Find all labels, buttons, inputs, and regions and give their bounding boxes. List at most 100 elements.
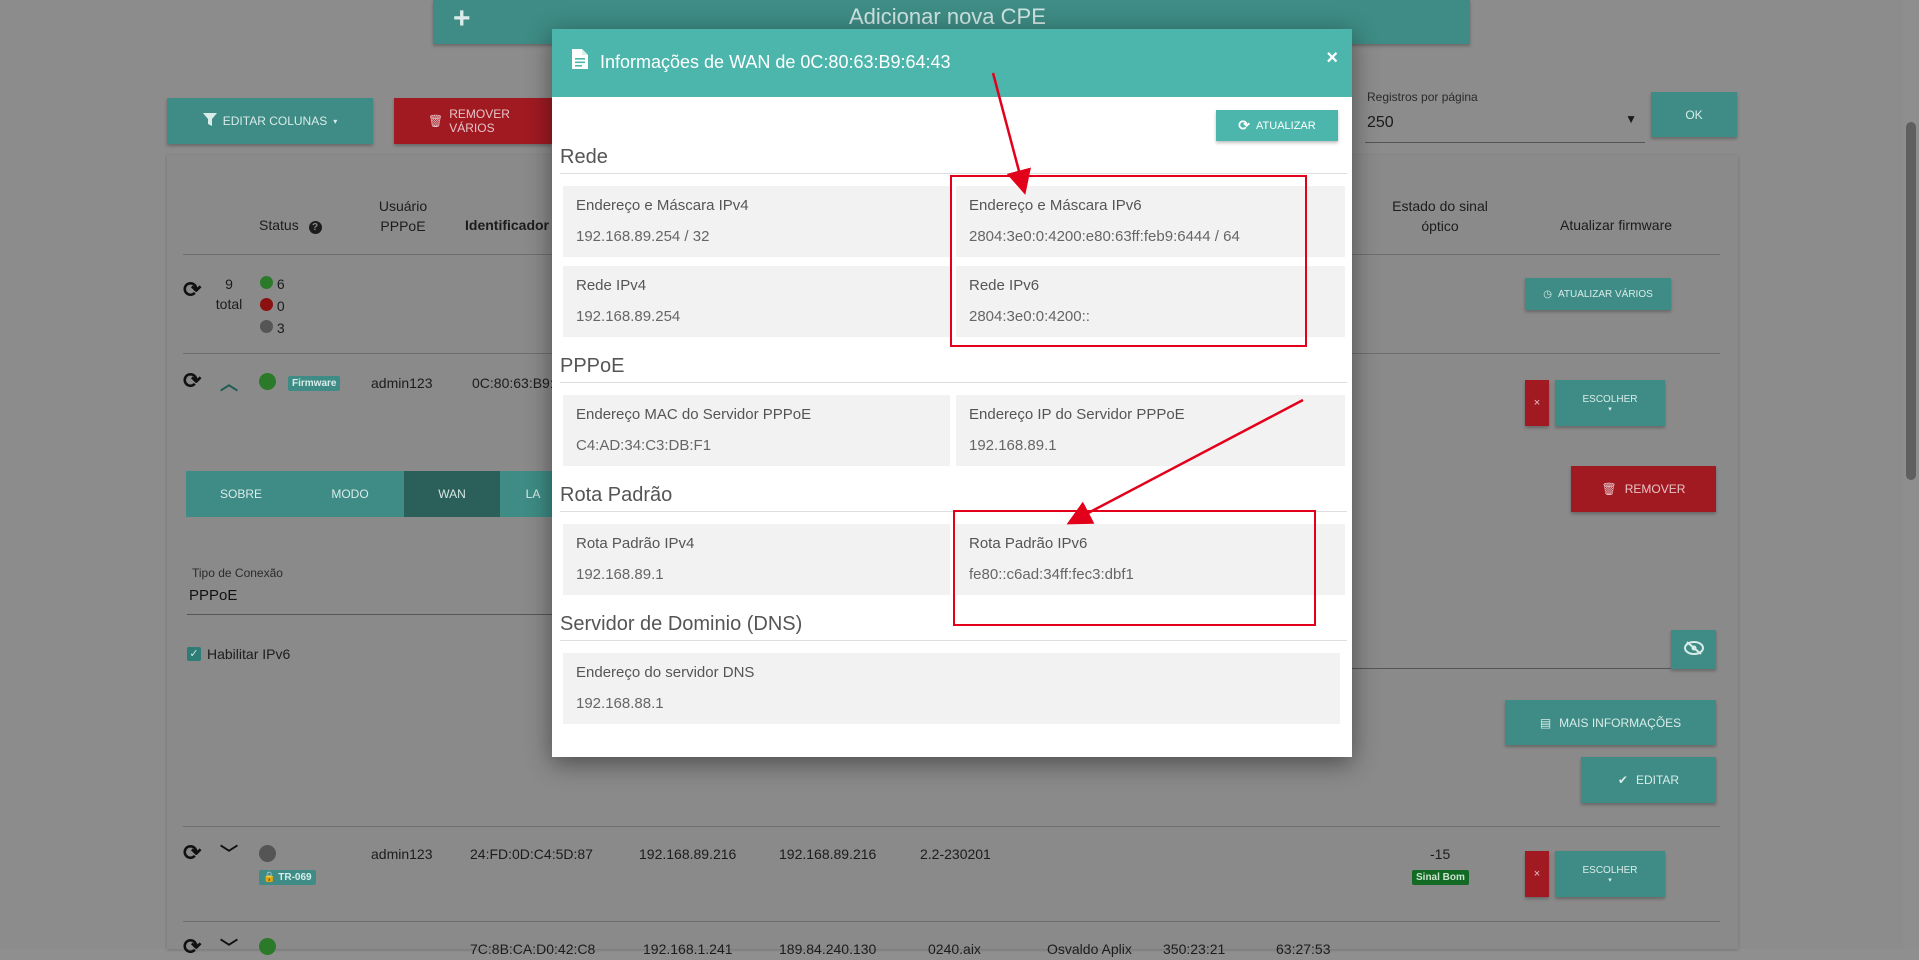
row-divider	[183, 921, 1720, 922]
caret-down-icon: ▾	[1608, 876, 1612, 884]
tr069-badge: 🔒 TR-069	[259, 870, 316, 885]
header-status: Status ?	[259, 217, 322, 234]
row1-cancel-button[interactable]: ×	[1525, 380, 1549, 426]
tab-wan[interactable]: WAN	[404, 471, 500, 517]
plus-icon: +	[453, 2, 471, 35]
row2-version: 2.2-230201	[920, 846, 991, 862]
close-icon[interactable]: ×	[1326, 47, 1338, 70]
check-icon: ✔	[1617, 773, 1628, 787]
refresh-all-icon[interactable]: ⟳	[183, 277, 201, 303]
row2-choose-button[interactable]: ESCOLHER ▾	[1555, 851, 1665, 897]
annotation-box-ipv6-network	[950, 175, 1307, 347]
chevron-down-icon[interactable]: ﹀	[220, 934, 238, 960]
remove-many-label: REMOVER VÁRIOS	[449, 107, 510, 135]
refresh-row-icon[interactable]: ⟳	[183, 840, 201, 866]
row2-signal: -15	[1430, 846, 1451, 862]
edit-columns-button[interactable]: EDITAR COLUNAS ▾	[167, 98, 373, 144]
scrollbar-thumb[interactable]	[1906, 122, 1916, 480]
refresh-row-icon[interactable]: ⟳	[183, 934, 201, 960]
toggle-visibility-button[interactable]	[1671, 630, 1716, 669]
wan-info-modal: Informações de WAN de 0C:80:63:B9:64:43 …	[552, 29, 1352, 757]
edit-columns-label: EDITAR COLUNAS	[222, 114, 328, 128]
row3-version: 0240.aix	[928, 941, 981, 957]
enable-ipv6-checkbox[interactable]: ✓ Habilitar IPv6	[187, 646, 290, 662]
field-ipv4-address-mask: Endereço e Máscara IPv4 192.168.89.254 /…	[563, 186, 950, 257]
tab-sobre[interactable]: SOBRE	[186, 471, 296, 517]
per-page-value: 250	[1367, 114, 1394, 131]
field-ipv4-network: Rede IPv4 192.168.89.254	[563, 266, 950, 337]
check-icon: ✓	[187, 647, 201, 661]
per-page-select[interactable]: 250 ▼	[1365, 108, 1645, 143]
connection-type-label: Tipo de Conexão	[192, 566, 283, 580]
row2-identifier: 24:FD:0D:C4:5D:87	[470, 846, 593, 862]
trash-icon: 🗑	[1601, 482, 1617, 496]
refresh-row-icon[interactable]: ⟳	[183, 368, 201, 394]
caret-down-icon: ▾	[1608, 405, 1612, 413]
connection-type-value: PPPoE	[189, 587, 238, 604]
help-icon: ?	[308, 221, 322, 234]
remove-label: REMOVER	[1624, 482, 1686, 496]
status-offline-dot	[260, 298, 273, 311]
document-icon: ▤	[1539, 715, 1552, 730]
section-divider	[560, 382, 1347, 383]
row3-identifier: 7C:8B:CA:D0:42:C8	[470, 941, 596, 957]
chevron-down-icon[interactable]: ﹀	[220, 840, 238, 866]
row3-time-1: 350:23:21	[1163, 941, 1226, 957]
firmware-badge: Firmware	[288, 376, 341, 391]
row2-ip-1: 192.168.89.216	[639, 846, 737, 862]
row1-choose-button[interactable]: ESCOLHER ▾	[1555, 380, 1665, 426]
section-title-dns: Servidor de Dominio (DNS)	[560, 613, 803, 635]
row1-pppoe-user: admin123	[371, 375, 433, 391]
document-icon	[572, 49, 588, 69]
tab-modo[interactable]: MODO	[296, 471, 404, 517]
per-page-label: Registros por página	[1367, 90, 1478, 104]
clock-icon: ◷	[1543, 288, 1552, 300]
caret-down-icon: ▼	[1625, 112, 1637, 126]
status-online-dot	[260, 276, 273, 289]
field-dns-server: Endereço do servidor DNS 192.168.88.1	[563, 653, 1340, 724]
summary-status-counts: 6 0 3	[260, 273, 285, 339]
refresh-button[interactable]: ⟳ ATUALIZAR	[1216, 110, 1338, 141]
field-pppoe-server-mac: Endereço MAC do Servidor PPPoE C4:AD:34:…	[563, 395, 950, 466]
add-cpe-label: Adicionar nova CPE	[849, 4, 1046, 29]
more-info-button[interactable]: ▤ MAIS INFORMAÇÕES	[1505, 700, 1716, 745]
enable-ipv6-label: Habilitar IPv6	[207, 646, 291, 662]
password-field-underline	[1352, 668, 1672, 669]
filter-icon	[202, 112, 217, 130]
annotation-box-ipv6-route	[953, 510, 1316, 626]
ok-button[interactable]: OK	[1651, 92, 1737, 137]
field-pppoe-server-ip: Endereço IP do Servidor PPPoE 192.168.89…	[956, 395, 1345, 466]
row1-identifier: 0C:80:63:B9:	[472, 375, 554, 391]
edit-button[interactable]: ✔ EDITAR	[1581, 757, 1716, 803]
modal-title: Informações de WAN de 0C:80:63:B9:64:43	[600, 52, 951, 72]
update-many-button[interactable]: ◷ ATUALIZAR VÁRIOS	[1525, 278, 1671, 310]
trash-icon: 🗑	[428, 114, 444, 128]
row3-name: Osvaldo Aplix	[1047, 941, 1132, 957]
remove-button[interactable]: 🗑 REMOVER	[1571, 466, 1716, 512]
header-pppoe-user: Usuário PPPoE	[378, 198, 428, 234]
section-title-pppoe: PPPoE	[560, 355, 625, 377]
row2-ip-2: 192.168.89.216	[779, 846, 877, 862]
update-many-label: ATUALIZAR VÁRIOS	[1557, 288, 1653, 300]
header-update-firmware: Atualizar firmware	[1560, 217, 1673, 233]
row2-pppoe-user: admin123	[371, 846, 433, 862]
choose-label: ESCOLHER	[1582, 393, 1638, 405]
refresh-label: ATUALIZAR	[1256, 119, 1316, 132]
row3-ip-1: 192.168.1.241	[643, 941, 733, 957]
status-unknown-dot	[260, 320, 273, 333]
chevron-up-icon[interactable]: ︿	[220, 370, 238, 396]
page-scrollbar[interactable]	[1903, 0, 1919, 949]
connection-type-select[interactable]: PPPoE	[187, 582, 552, 615]
more-info-label: MAIS INFORMAÇÕES	[1559, 715, 1682, 730]
row2-cancel-button[interactable]: ×	[1525, 851, 1549, 897]
section-divider	[560, 173, 1347, 174]
field-default-route-ipv4: Rota Padrão IPv4 192.168.89.1	[563, 524, 950, 595]
section-title-rede: Rede	[560, 146, 608, 168]
choose-label: ESCOLHER	[1582, 864, 1638, 876]
status-online-dot	[259, 938, 276, 960]
header-optical-signal: Estado do sinal óptico	[1392, 198, 1488, 234]
caret-down-icon: ▾	[333, 116, 338, 126]
summary-total: 9 total	[215, 276, 243, 312]
section-divider	[560, 640, 1347, 641]
remove-many-button[interactable]: 🗑 REMOVER VÁRIOS	[394, 98, 552, 144]
